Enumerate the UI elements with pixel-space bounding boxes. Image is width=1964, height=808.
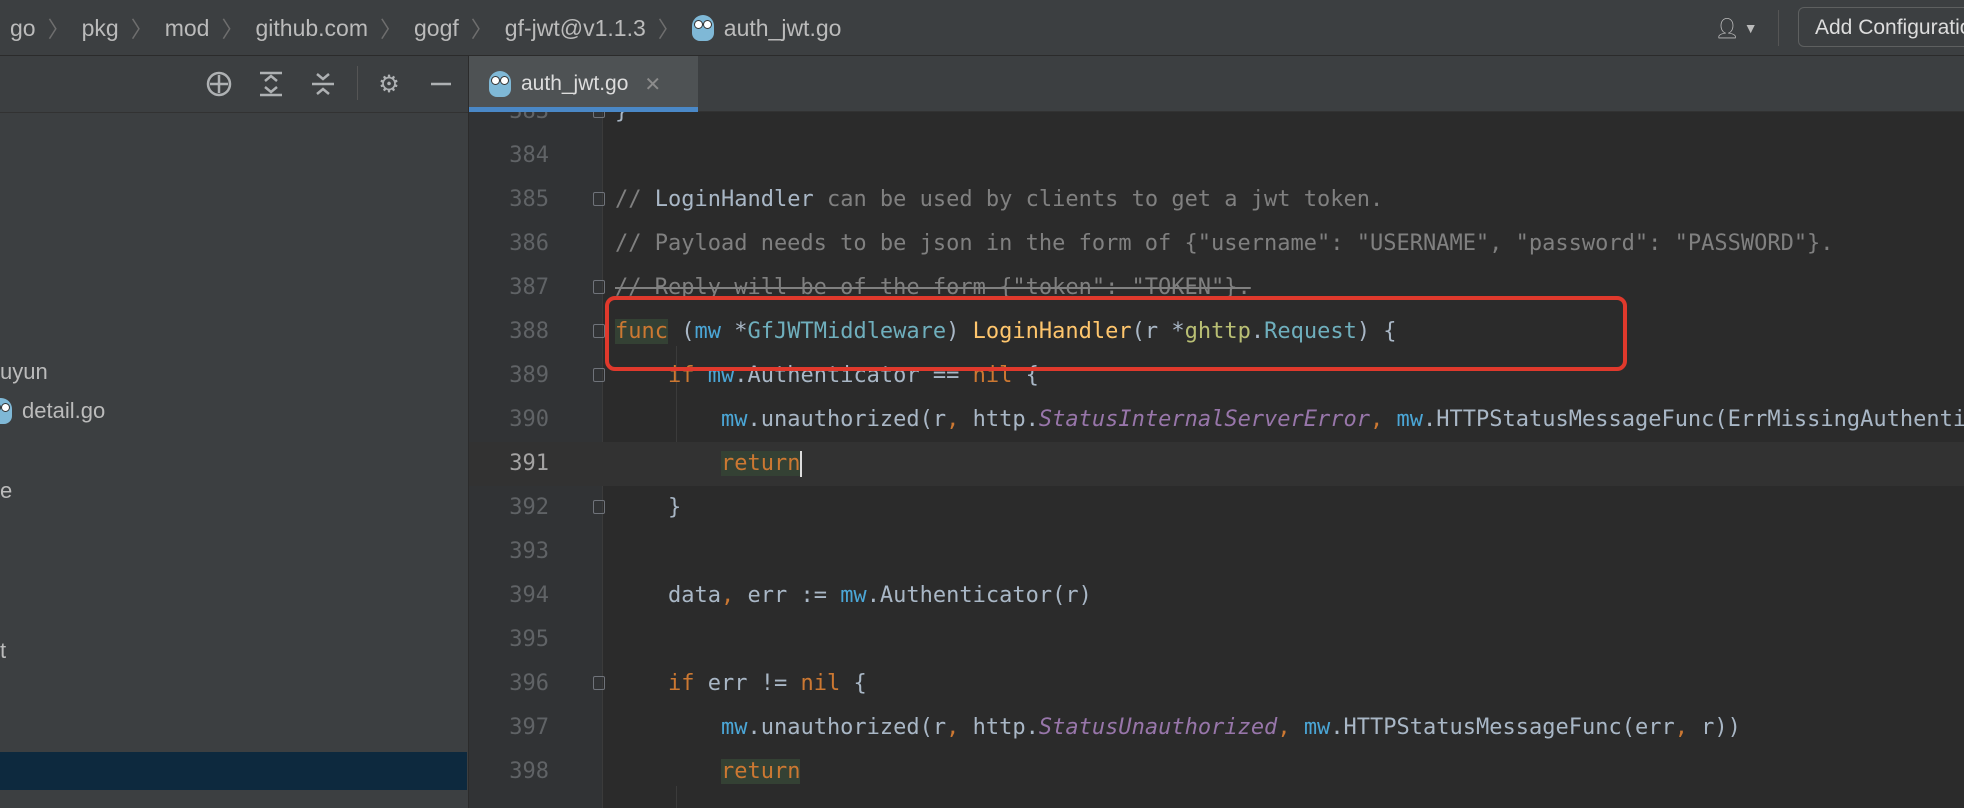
expand-all-icon[interactable] xyxy=(257,70,285,98)
code-text: if err != nil { xyxy=(667,671,867,696)
tree-selected-row[interactable] xyxy=(0,752,467,790)
line-number: 394 xyxy=(509,583,549,608)
code-text: // LoginHandler can be used by clients t… xyxy=(615,187,1384,212)
code-line: 386 // Payload needs to be json in the f… xyxy=(469,222,1964,266)
code-line: 398 return xyxy=(469,750,1964,794)
code-line: 384 xyxy=(469,134,1964,178)
code-text: data, err := mw.Authenticator(r) xyxy=(615,583,1092,608)
collapse-all-icon[interactable] xyxy=(309,70,337,98)
line-number: 393 xyxy=(509,539,549,564)
breadcrumb-gf-jwt[interactable]: gf-jwt@v1.1.3 xyxy=(505,15,646,42)
tab-label: auth_jwt.go xyxy=(521,72,629,95)
code-text: mw.unauthorized(r, http.StatusUnauthoriz… xyxy=(720,715,1741,740)
code-line: 383 } xyxy=(469,112,1964,134)
line-number: 385 xyxy=(509,187,549,212)
code-line: 388 func (mw *GfJWTMiddleware) LoginHand… xyxy=(469,310,1964,354)
code-text: return xyxy=(720,451,803,477)
text-caret xyxy=(800,451,803,477)
line-number: 395 xyxy=(509,627,549,652)
code-text: // Reply will be of the form {"token": "… xyxy=(615,275,1251,300)
line-number: 392 xyxy=(509,495,549,520)
breadcrumb-gogf[interactable]: gogf xyxy=(414,15,459,42)
breadcrumb-pkg[interactable]: pkg xyxy=(82,15,119,42)
code-editor[interactable]: 383 } 384 385 // LoginHandler can be use… xyxy=(469,112,1964,808)
code-line: 389 if mw.Authenticator == nil { xyxy=(469,354,1964,398)
breadcrumb-github[interactable]: github.com xyxy=(255,15,368,42)
tree-item-t[interactable]: t xyxy=(0,638,6,664)
code-text: if mw.Authenticator == nil { xyxy=(667,363,1039,388)
gopher-file-icon xyxy=(0,398,12,424)
breadcrumb: go 〉 pkg 〉 mod 〉 github.com 〉 gogf 〉 gf-… xyxy=(10,0,841,56)
project-panel: ⚙ uyun detail.go e t xyxy=(0,56,469,808)
line-number: 386 xyxy=(509,231,549,256)
code-line: 397 mw.unauthorized(r, http.StatusUnauth… xyxy=(469,706,1964,750)
line-number: 384 xyxy=(509,143,549,168)
code-line: 393 xyxy=(469,530,1964,574)
code-text: } xyxy=(615,495,682,520)
code-text: } xyxy=(615,112,628,134)
line-number: 391 xyxy=(509,451,549,476)
code-line: 394 data, err := mw.Authenticator(r) xyxy=(469,574,1964,618)
tree-item-uyun[interactable]: uyun xyxy=(0,359,48,385)
gear-icon[interactable]: ⚙ xyxy=(375,70,403,98)
line-number: 397 xyxy=(509,715,549,740)
code-line: 395 xyxy=(469,618,1964,662)
code-text: // Payload needs to be json in the form … xyxy=(615,231,1834,256)
project-toolbar: ⚙ xyxy=(0,56,468,113)
code-text: func (mw *GfJWTMiddleware) LoginHandler(… xyxy=(615,319,1397,344)
code-line: 392 } xyxy=(469,486,1964,530)
user-icon: 👤︎ xyxy=(1714,17,1740,40)
code-line: 396 if err != nil { xyxy=(469,662,1964,706)
chevron-right-icon: 〉 xyxy=(380,17,403,42)
tree-item-label: detail.go xyxy=(22,398,106,423)
chevron-right-icon: 〉 xyxy=(657,17,680,42)
chevron-down-icon: ▼ xyxy=(1743,20,1758,36)
fold-marker[interactable] xyxy=(593,500,605,514)
fold-marker[interactable] xyxy=(593,112,605,118)
gopher-file-icon xyxy=(489,71,511,97)
fold-marker[interactable] xyxy=(593,676,605,690)
line-number: 383 xyxy=(479,112,549,134)
chevron-right-icon: 〉 xyxy=(221,17,244,42)
tree-item-detail-go[interactable]: detail.go xyxy=(0,398,105,424)
chevron-right-icon: 〉 xyxy=(470,17,493,42)
fold-marker[interactable] xyxy=(593,324,605,338)
line-number: 389 xyxy=(509,363,549,388)
code-line: 385 // LoginHandler can be used by clien… xyxy=(469,178,1964,222)
line-number: 387 xyxy=(509,275,549,300)
code-line: 390 mw.unauthorized(r, http.StatusIntern… xyxy=(469,398,1964,442)
breadcrumb-go[interactable]: go xyxy=(10,15,36,42)
code-line: 387 // Reply will be of the form {"token… xyxy=(469,266,1964,310)
navigation-bar: go 〉 pkg 〉 mod 〉 github.com 〉 gogf 〉 gf-… xyxy=(0,0,1964,56)
toolbar-divider xyxy=(357,66,358,100)
chevron-right-icon: 〉 xyxy=(130,17,153,42)
code-line-current: 391 return xyxy=(469,442,1964,486)
toolbar-divider xyxy=(1778,10,1779,46)
crosshair-icon[interactable] xyxy=(205,70,233,98)
fold-marker[interactable] xyxy=(593,368,605,382)
tree-item-e[interactable]: e xyxy=(0,478,12,504)
user-menu-button[interactable]: 👤︎ ▼ xyxy=(1708,12,1764,44)
breadcrumb-mod[interactable]: mod xyxy=(165,15,210,42)
code-text: mw.unauthorized(r, http.StatusInternalSe… xyxy=(720,407,1964,432)
breadcrumb-file[interactable]: auth_jwt.go xyxy=(724,15,842,42)
fold-marker[interactable] xyxy=(593,280,605,294)
line-number: 390 xyxy=(509,407,549,432)
line-number: 396 xyxy=(509,671,549,696)
chevron-right-icon: 〉 xyxy=(47,17,70,42)
code-text: return xyxy=(720,759,801,784)
gopher-file-icon xyxy=(691,15,714,41)
minimize-icon[interactable] xyxy=(427,70,455,98)
line-number: 388 xyxy=(509,319,549,344)
line-number: 398 xyxy=(509,759,549,784)
fold-marker[interactable] xyxy=(593,192,605,206)
tab-auth-jwt[interactable]: auth_jwt.go ✕ xyxy=(469,56,698,112)
add-configuration-button[interactable]: Add Configuration... xyxy=(1798,7,1964,47)
close-icon[interactable]: ✕ xyxy=(644,72,661,97)
editor-tabs: auth_jwt.go ✕ xyxy=(469,56,1964,112)
